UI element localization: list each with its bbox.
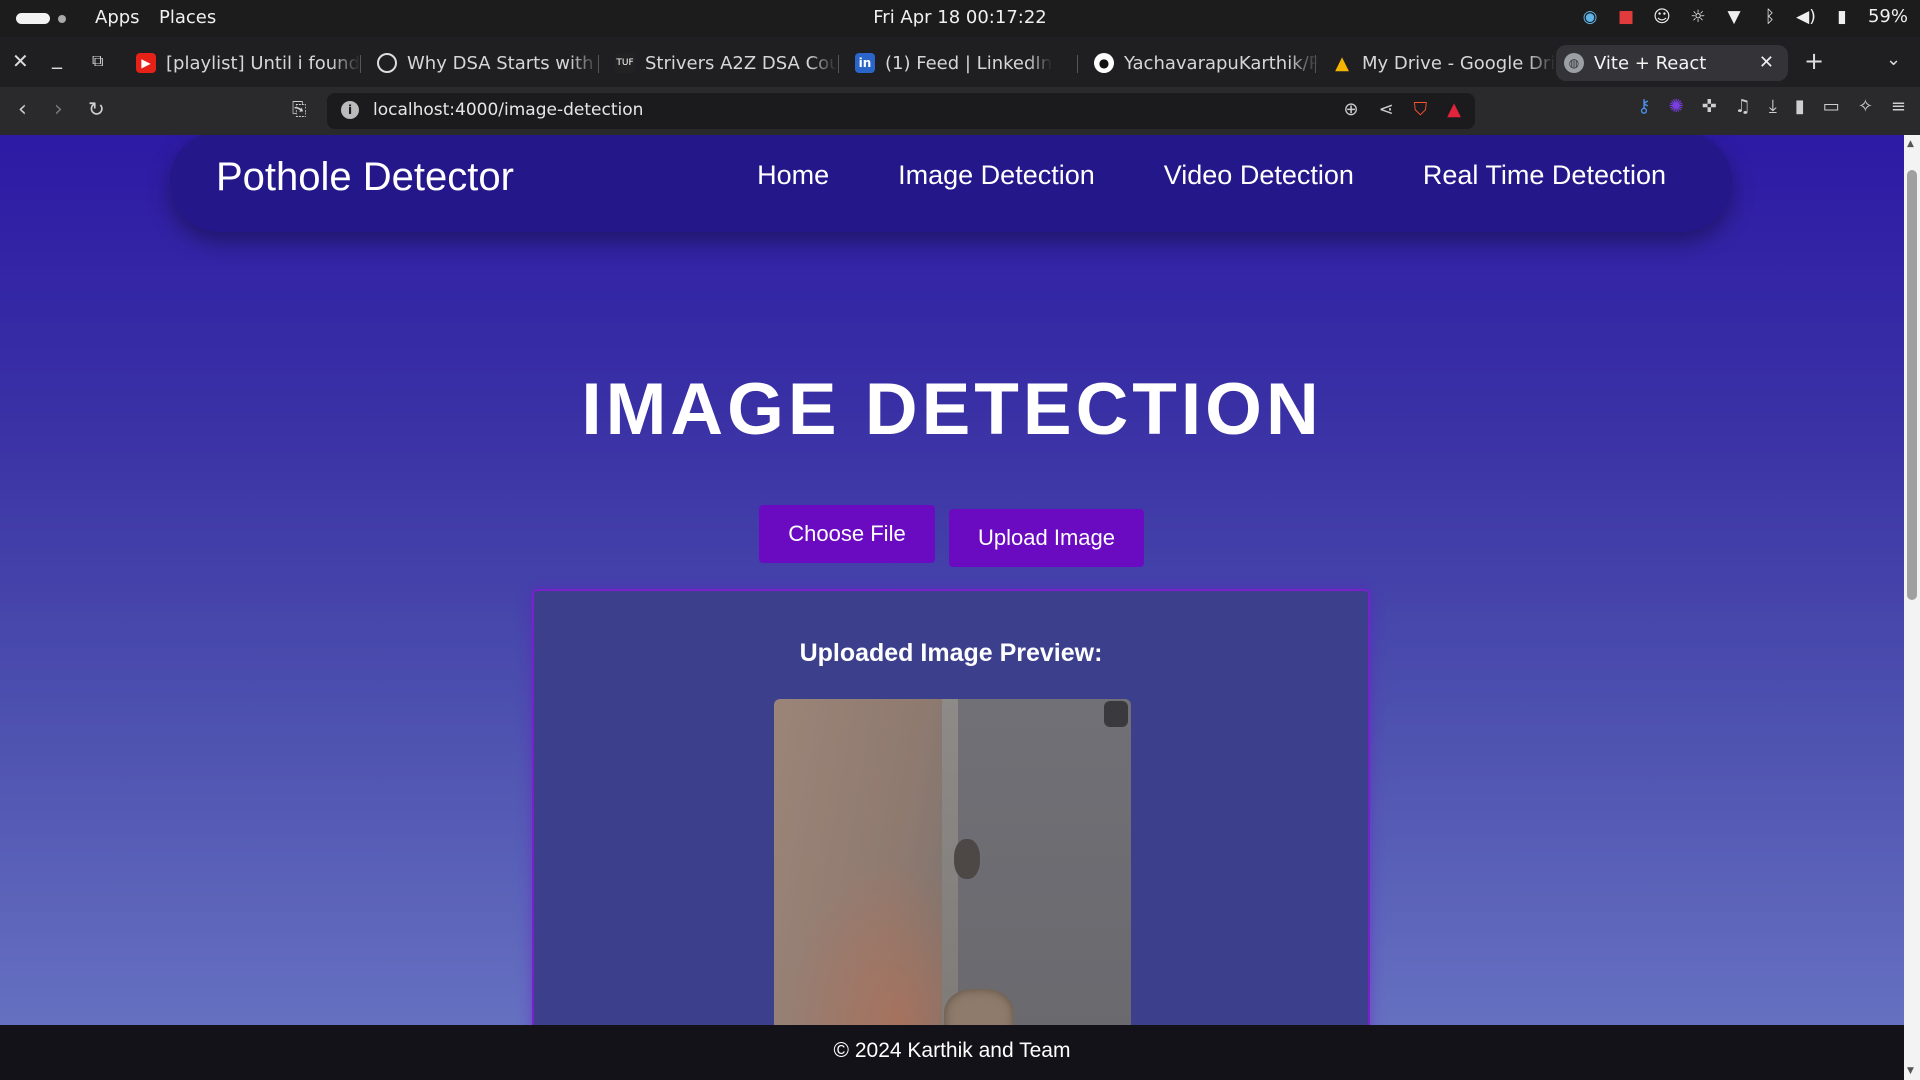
site-navbar: Pothole Detector Home Image Detection Vi… <box>170 135 1732 232</box>
scroll-up-arrow-icon[interactable]: ▲ <box>1907 139 1914 149</box>
brightness-icon[interactable]: ☼ <box>1688 7 1708 27</box>
chatgpt-icon <box>377 53 397 73</box>
app-indicator-icon[interactable]: ◉ <box>1580 7 1600 27</box>
pothole-small <box>954 839 980 879</box>
back-arrow-icon[interactable]: ‹ <box>18 97 27 122</box>
extension-purple-icon[interactable]: ✺ <box>1669 96 1684 117</box>
browser-tab-strip: ✕ _ ⧉ ▶ [playlist] Until i found Why DSA… <box>0 37 1920 87</box>
choose-file-button[interactable]: Choose File <box>759 505 935 563</box>
tab-separator <box>1077 55 1078 73</box>
new-tab-button[interactable]: + <box>1804 47 1824 75</box>
extension-key-icon[interactable]: ⚷ <box>1637 96 1650 117</box>
sidebar-toggle-icon[interactable]: ▮ <box>1795 96 1805 117</box>
volume-icon[interactable]: ◀) <box>1796 7 1816 27</box>
tab-striver-dsa[interactable]: TUF Strivers A2Z DSA Cour <box>607 45 837 81</box>
github-icon: ● <box>1094 53 1114 73</box>
url-text[interactable]: localhost:4000/image-detection <box>373 100 643 120</box>
tab-separator <box>360 55 361 73</box>
omnibox-actions: ⊕ ⋖ ⛉ ▲ <box>1343 99 1461 120</box>
tab-search-chevron-icon[interactable]: ⌄ <box>1886 49 1901 70</box>
media-music-icon[interactable]: ♫ <box>1735 96 1751 117</box>
tab-separator <box>598 55 599 73</box>
forward-arrow-icon[interactable]: › <box>54 97 63 122</box>
browser-tool-icons: ⚷ ✺ ✜ ♫ ⤓ ▮ ▭ ✧ ≡ <box>1637 96 1906 117</box>
scrollbar-thumb[interactable] <box>1907 170 1917 600</box>
brave-rewards-icon[interactable]: ▲ <box>1447 99 1461 120</box>
nav-image-detection[interactable]: Image Detection <box>898 160 1095 191</box>
nav-links: Home Image Detection Video Detection Rea… <box>757 160 1666 191</box>
battery-percent: 59% <box>1867 6 1908 27</box>
tab-title: Vite + React <box>1594 52 1707 74</box>
minimize-window-icon[interactable]: _ <box>52 45 62 69</box>
downloads-icon[interactable]: ⤓ <box>1769 96 1777 117</box>
tab-vite-react-active[interactable]: ◍ Vite + React ✕ <box>1556 45 1788 81</box>
tab-separator <box>1315 55 1316 73</box>
restore-window-icon[interactable]: ⧉ <box>92 51 103 71</box>
preview-title: Uploaded Image Preview: <box>799 639 1103 667</box>
tab-linkedin[interactable]: in (1) Feed | LinkedIn <box>847 45 1077 81</box>
wallet-icon[interactable]: ▭ <box>1823 96 1840 117</box>
zoom-icon[interactable]: ⊕ <box>1343 99 1358 120</box>
page-viewport: Pothole Detector Home Image Detection Vi… <box>0 135 1904 1080</box>
page-heading: IMAGE DETECTION <box>581 369 1323 450</box>
site-info-icon[interactable]: i <box>341 101 359 119</box>
tab-title: Why DSA Starts with S <box>407 52 599 74</box>
tab-title: Strivers A2Z DSA Cour <box>645 52 837 74</box>
battery-icon[interactable]: ▮ <box>1832 7 1852 27</box>
image-preview-card: Uploaded Image Preview: <box>532 589 1370 1080</box>
scroll-down-arrow-icon[interactable]: ▼ <box>1907 1066 1914 1076</box>
nav-real-time-detection[interactable]: Real Time Detection <box>1423 160 1666 191</box>
screen-recorder-icon[interactable]: ■ <box>1616 7 1636 27</box>
bookmark-icon[interactable]: ⎘ <box>292 99 306 120</box>
youtube-icon: ▶ <box>136 53 156 73</box>
nav-video-detection[interactable]: Video Detection <box>1164 160 1354 191</box>
google-drive-icon: ▲ <box>1335 52 1349 74</box>
bluetooth-icon[interactable]: ᛒ <box>1760 7 1780 27</box>
accessibility-icon[interactable]: ☺ <box>1652 7 1672 27</box>
page-scrollbar[interactable]: ▲ ▼ <box>1904 135 1920 1080</box>
brand-title[interactable]: Pothole Detector <box>216 155 514 200</box>
tab-github[interactable]: ● YachavarapuKarthik/P <box>1086 45 1318 81</box>
tab-separator <box>838 55 839 73</box>
nav-home[interactable]: Home <box>757 160 829 191</box>
upload-image-button[interactable]: Upload Image <box>949 509 1144 567</box>
tab-title: [playlist] Until i found <box>166 52 360 74</box>
motorbike <box>1104 701 1128 727</box>
tab-google-drive[interactable]: ▲ My Drive - Google Driv <box>1324 45 1556 81</box>
site-footer: © 2024 Karthik and Team <box>0 1025 1904 1080</box>
tab-title: My Drive - Google Driv <box>1362 52 1556 74</box>
linkedin-icon: in <box>855 53 875 73</box>
uploaded-pothole-image <box>774 699 1131 1080</box>
tab-title: YachavarapuKarthik/P <box>1124 52 1318 74</box>
brave-shields-icon[interactable]: ⛉ <box>1414 99 1428 120</box>
footer-copyright: © 2024 Karthik and Team <box>833 1039 1071 1062</box>
system-tray: ◉ ■ ☺ ☼ ▼ ᛒ ◀) ▮ 59% <box>1580 6 1908 27</box>
leo-ai-icon[interactable]: ✧ <box>1858 96 1873 117</box>
wifi-icon[interactable]: ▼ <box>1724 7 1744 27</box>
tab-chatgpt[interactable]: Why DSA Starts with S <box>369 45 599 81</box>
tab-title: (1) Feed | LinkedIn <box>885 52 1053 74</box>
close-window-icon[interactable]: ✕ <box>12 49 29 73</box>
close-tab-icon[interactable]: ✕ <box>1759 52 1774 73</box>
extensions-puzzle-icon[interactable]: ✜ <box>1702 96 1717 117</box>
tab-youtube-playlist[interactable]: ▶ [playlist] Until i found <box>128 45 378 81</box>
browser-toolbar: ‹ › ↻ ⎘ i localhost:4000/image-detection… <box>0 87 1920 135</box>
reload-icon[interactable]: ↻ <box>88 97 105 121</box>
globe-icon: ◍ <box>1564 53 1584 73</box>
address-bar[interactable]: i localhost:4000/image-detection ⊕ ⋖ ⛉ ▲ <box>327 93 1475 129</box>
system-top-bar: Apps Places Fri Apr 18 00:17:22 ◉ ■ ☺ ☼ … <box>0 0 1920 37</box>
menu-hamburger-icon[interactable]: ≡ <box>1891 96 1906 117</box>
tuf-icon: TUF <box>615 53 635 73</box>
share-icon[interactable]: ⋖ <box>1379 99 1394 120</box>
